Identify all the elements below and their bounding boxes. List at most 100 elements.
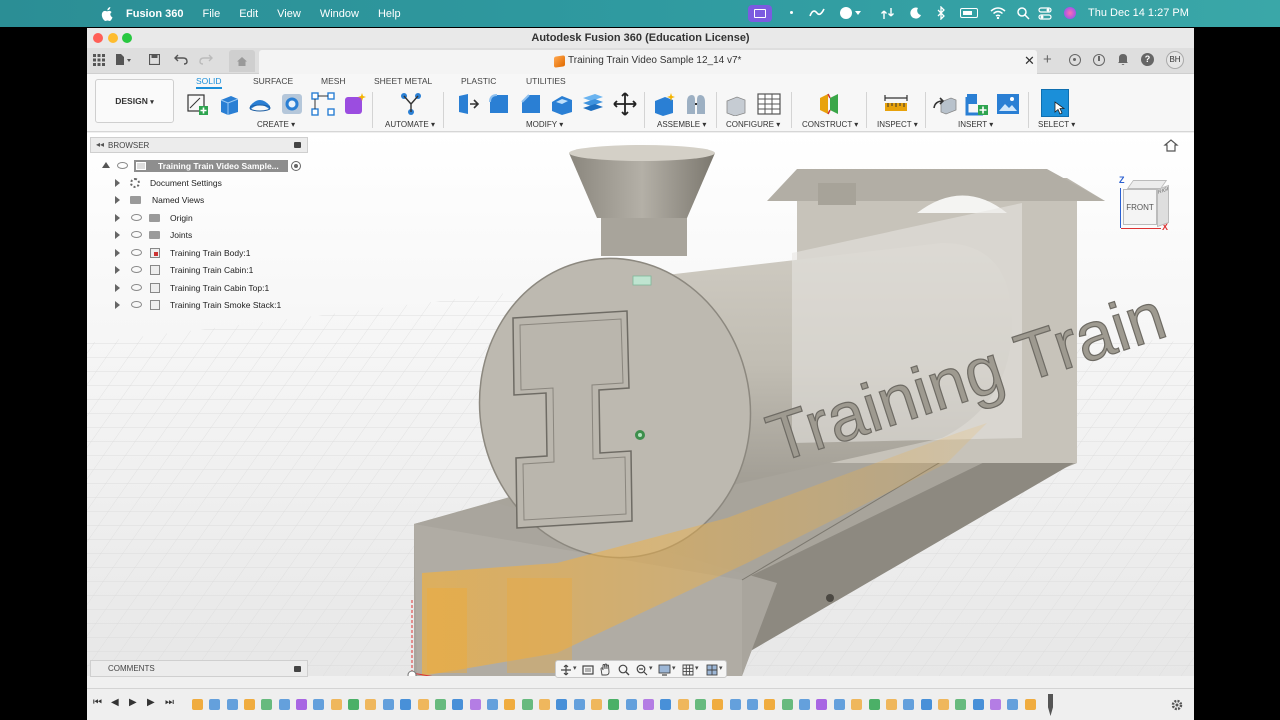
comments-panel-header[interactable]: COMMENTS — [90, 660, 308, 677]
tree-item-component[interactable]: Training Train Cabin Top:1 — [115, 280, 305, 296]
timeline-feature-icon[interactable] — [192, 699, 203, 710]
menu-window[interactable]: Window — [320, 8, 359, 20]
chevron-down-icon[interactable]: ▾ — [719, 664, 723, 672]
timeline-feature-icon[interactable] — [868, 699, 880, 710]
help-icon[interactable]: ? — [1141, 53, 1154, 66]
timeline-feature-icon[interactable] — [885, 699, 897, 710]
group-create-label[interactable]: CREATE ▾ — [257, 120, 295, 129]
app-menu-name[interactable]: Fusion 360 — [126, 8, 183, 20]
app-grid-icon[interactable] — [93, 54, 105, 66]
tree-item-origin[interactable]: Origin — [115, 210, 305, 226]
timeline-feature-icon[interactable] — [590, 699, 602, 710]
timeline-feature-icon[interactable] — [643, 699, 655, 710]
tree-item-component[interactable]: Training Train Cabin:1 — [115, 262, 305, 278]
pattern-icon[interactable] — [311, 92, 335, 116]
apple-icon[interactable] — [100, 6, 114, 21]
tree-item-component[interactable]: Training Train Smoke Stack:1 — [115, 297, 305, 313]
view-cube-right-face[interactable]: RIGHT — [1157, 184, 1169, 228]
timeline-previous-button[interactable]: ◀ — [111, 697, 119, 708]
timeline-feature-icon[interactable] — [261, 699, 273, 710]
timeline-feature-icon[interactable] — [608, 699, 620, 710]
expand-arrow-icon[interactable] — [115, 196, 120, 204]
group-select-label[interactable]: SELECT ▾ — [1038, 120, 1075, 129]
menu-view[interactable]: View — [277, 8, 301, 20]
browser-root-row[interactable]: Training Train Video Sample... — [101, 158, 309, 174]
fillet-icon[interactable] — [487, 92, 511, 116]
create-form-icon[interactable] — [343, 92, 367, 116]
shell-icon[interactable] — [550, 92, 574, 116]
view-cube[interactable]: Z X FRONT RIGHT — [1107, 160, 1177, 235]
group-insert-label[interactable]: INSERT ▾ — [958, 120, 993, 129]
group-automate-label[interactable]: AUTOMATE ▾ — [385, 120, 435, 129]
airdrop-icon[interactable] — [881, 7, 895, 20]
timeline-feature-icon[interactable] — [486, 699, 498, 710]
configure-icon[interactable] — [725, 92, 749, 116]
redo-icon[interactable] — [199, 54, 213, 65]
expand-arrow-icon[interactable] — [115, 249, 120, 257]
tree-item-named-views[interactable]: Named Views — [115, 192, 305, 208]
timeline-feature-icon[interactable] — [521, 699, 533, 710]
timeline-feature-icon[interactable] — [1007, 699, 1019, 710]
siri-icon[interactable] — [1064, 7, 1076, 19]
timeline-feature-icon[interactable] — [781, 699, 793, 710]
timeline-feature-icon[interactable] — [348, 699, 360, 710]
home-tab[interactable] — [229, 50, 255, 72]
insert-mcmaster-icon[interactable] — [965, 92, 989, 116]
tree-item-joints[interactable]: Joints — [115, 227, 305, 243]
menu-edit[interactable]: Edit — [239, 8, 258, 20]
tab-mesh[interactable]: MESH — [321, 76, 346, 86]
timeline-settings-gear-icon[interactable] — [1170, 698, 1184, 712]
file-icon[interactable] — [115, 53, 125, 66]
combine-icon[interactable] — [581, 92, 605, 116]
visibility-eye-icon[interactable] — [131, 284, 142, 291]
viewports-icon[interactable] — [706, 664, 718, 676]
fit-icon[interactable] — [636, 664, 648, 676]
timeline-feature-icon[interactable] — [226, 699, 238, 710]
visibility-eye-icon[interactable] — [131, 266, 142, 273]
joint-icon[interactable] — [684, 92, 708, 116]
timeline-feature-icon[interactable] — [209, 699, 221, 710]
expand-toggle-icon[interactable] — [102, 162, 110, 168]
timeline-feature-icon[interactable] — [764, 699, 776, 710]
user-avatar[interactable]: BH — [1166, 51, 1184, 69]
timeline-feature-icon[interactable] — [452, 699, 464, 710]
job-status-icon[interactable] — [1093, 54, 1105, 66]
tab-surface[interactable]: SURFACE — [253, 76, 293, 86]
timeline-next-button[interactable]: ▶ — [147, 697, 155, 708]
tab-solid[interactable]: SOLID — [196, 76, 222, 89]
timeline-feature-icon[interactable] — [920, 699, 932, 710]
menu-file[interactable]: File — [202, 8, 220, 20]
visibility-eye-icon[interactable] — [117, 162, 128, 169]
expand-arrow-icon[interactable] — [115, 266, 120, 274]
timeline-feature-icon[interactable] — [903, 699, 915, 710]
select-tool-button[interactable] — [1041, 89, 1069, 117]
timeline-feature-icon[interactable] — [278, 699, 290, 710]
tab-utilities[interactable]: UTILITIES — [526, 76, 566, 86]
browser-panel-header[interactable]: ◂◂ BROWSER — [90, 137, 308, 153]
timeline-feature-icon[interactable] — [712, 699, 724, 710]
timeline-feature-icon[interactable] — [244, 699, 256, 710]
revolve-icon[interactable] — [248, 92, 272, 116]
insert-canvas-icon[interactable] — [996, 92, 1020, 116]
expand-arrow-icon[interactable] — [115, 284, 120, 292]
extensions-icon[interactable] — [1069, 54, 1081, 66]
activate-radio-icon[interactable] — [291, 161, 301, 171]
expand-arrow-icon[interactable] — [115, 179, 120, 187]
timeline-feature-icon[interactable] — [937, 699, 949, 710]
screen-record-icon[interactable] — [748, 5, 772, 22]
stage-manager-icon[interactable] — [808, 6, 826, 20]
chamfer-icon[interactable] — [519, 92, 543, 116]
visibility-eye-icon[interactable] — [131, 214, 142, 221]
panel-pin-icon[interactable] — [294, 142, 301, 148]
chevron-down-icon[interactable]: ▾ — [573, 664, 577, 672]
home-view-icon[interactable] — [1163, 138, 1179, 152]
tab-plastic[interactable]: PLASTIC — [461, 76, 496, 86]
chevron-down-icon[interactable]: ▾ — [672, 664, 676, 672]
timeline-feature-icon[interactable] — [695, 699, 707, 710]
close-tab-icon[interactable]: ✕ — [1024, 53, 1035, 69]
hole-icon[interactable] — [280, 92, 304, 116]
new-tab-icon[interactable]: + — [1043, 51, 1052, 68]
press-pull-icon[interactable] — [456, 92, 480, 116]
save-icon[interactable] — [149, 54, 160, 65]
timeline-feature-icon[interactable] — [747, 699, 759, 710]
